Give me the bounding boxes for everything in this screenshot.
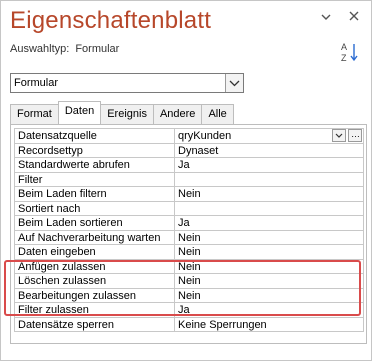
property-value[interactable]: Nein (175, 274, 364, 289)
property-value[interactable]: Dynaset (175, 143, 364, 158)
selection-type: Auswahltyp: Formular (10, 43, 119, 55)
chevron-down-icon[interactable] (319, 9, 333, 24)
svg-text:Z: Z (341, 53, 347, 63)
sort-az-icon[interactable]: A Z (341, 41, 359, 63)
svg-text:A: A (341, 42, 347, 52)
property-row[interactable]: Beim Laden sortieren Ja (15, 216, 364, 231)
property-value-text: qryKunden (178, 130, 232, 142)
property-value[interactable]: Ja (175, 303, 364, 318)
property-row[interactable]: Sortiert nach (15, 201, 364, 216)
property-row[interactable]: Daten eingeben Nein (15, 245, 364, 260)
property-name: Auf Nachverarbeitung warten (15, 230, 175, 245)
property-value[interactable] (175, 172, 364, 187)
property-value[interactable]: Nein (175, 230, 364, 245)
tab-andere[interactable]: Andere (152, 104, 203, 124)
property-name: Sortiert nach (15, 201, 175, 216)
property-row[interactable]: Anfügen zulassen Nein (15, 259, 364, 274)
property-row[interactable]: Datensatzquelle qryKunden … (15, 129, 364, 144)
ellipsis-icon[interactable]: … (348, 129, 362, 142)
property-name: Beim Laden sortieren (15, 216, 175, 231)
property-name: Bearbeitungen zulassen (15, 288, 175, 303)
property-value[interactable]: Ja (175, 158, 364, 173)
property-tabs: Format Daten Ereignis Andere Alle (10, 101, 234, 124)
property-row[interactable]: Datensätze sperren Keine Sperrungen (15, 317, 364, 332)
property-name: Datensatzquelle (15, 129, 175, 144)
property-row[interactable]: Filter (15, 172, 364, 187)
property-value[interactable]: Nein (175, 187, 364, 202)
property-name: Recordsettyp (15, 143, 175, 158)
property-name: Anfügen zulassen (15, 259, 175, 274)
property-value[interactable]: Keine Sperrungen (175, 317, 364, 332)
object-selector-value: Formular (14, 77, 59, 89)
property-value[interactable]: Nein (175, 259, 364, 274)
tab-alle[interactable]: Alle (201, 104, 234, 124)
property-name: Daten eingeben (15, 245, 175, 260)
property-row[interactable]: Beim Laden filtern Nein (15, 187, 364, 202)
property-grid: Datensatzquelle qryKunden … Recordsettyp… (14, 128, 364, 332)
property-name: Löschen zulassen (15, 274, 175, 289)
chevron-down-icon[interactable] (332, 129, 346, 142)
selection-type-label: Auswahltyp: (10, 43, 70, 55)
property-value[interactable]: Nein (175, 288, 364, 303)
property-sheet-panel: Eigenschaftenblatt Auswahltyp: Formular A… (0, 0, 372, 361)
property-row[interactable]: Auf Nachverarbeitung warten Nein (15, 230, 364, 245)
property-grid-area: Datensatzquelle qryKunden … Recordsettyp… (10, 124, 367, 344)
property-name: Standardwerte abrufen (15, 158, 175, 173)
property-name: Datensätze sperren (15, 317, 175, 332)
property-value[interactable]: Ja (175, 216, 364, 231)
object-selector-combo[interactable]: Formular (10, 73, 244, 93)
property-value[interactable] (175, 201, 364, 216)
property-name: Beim Laden filtern (15, 187, 175, 202)
property-name: Filter zulassen (15, 303, 175, 318)
property-row[interactable]: Standardwerte abrufen Ja (15, 158, 364, 173)
close-icon[interactable] (347, 9, 361, 24)
property-value[interactable]: qryKunden … (175, 129, 364, 144)
tab-ereignis[interactable]: Ereignis (100, 104, 154, 124)
selection-type-value: Formular (75, 43, 120, 55)
property-value[interactable]: Nein (175, 245, 364, 260)
tab-format[interactable]: Format (10, 104, 59, 124)
chevron-down-icon[interactable] (225, 74, 243, 92)
property-row[interactable]: Filter zulassen Ja (15, 303, 364, 318)
property-row[interactable]: Recordsettyp Dynaset (15, 143, 364, 158)
tab-daten[interactable]: Daten (57, 101, 102, 124)
panel-controls (319, 9, 361, 24)
property-name: Filter (15, 172, 175, 187)
panel-title: Eigenschaftenblatt (10, 7, 212, 34)
property-row[interactable]: Löschen zulassen Nein (15, 274, 364, 289)
property-row[interactable]: Bearbeitungen zulassen Nein (15, 288, 364, 303)
